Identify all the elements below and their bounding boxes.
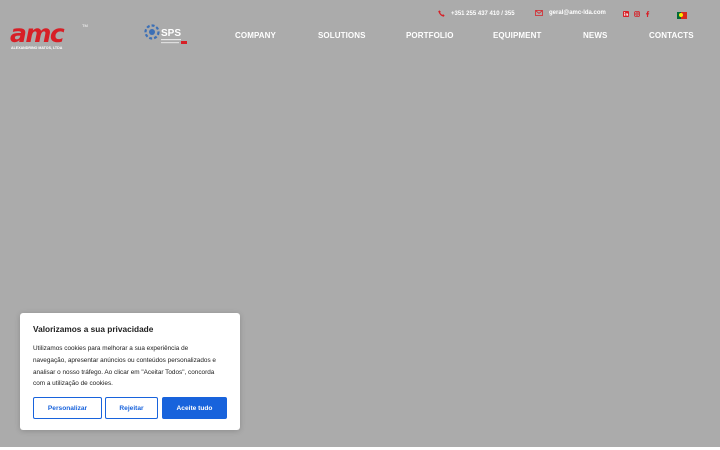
portugal-flag-icon[interactable]	[677, 12, 687, 19]
cookie-title: Valorizamos a sua privacidade	[33, 324, 154, 334]
facebook-icon[interactable]	[645, 11, 650, 17]
nav-news[interactable]: NEWS	[583, 31, 607, 40]
svg-text:ALEXANDRINO MATOS, LTDA: ALEXANDRINO MATOS, LTDA	[11, 46, 63, 50]
cookie-consent-dialog: Valorizamos a sua privacidade Utilizamos…	[20, 313, 240, 430]
nav-equipment[interactable]: EQUIPMENT	[493, 31, 541, 40]
nav-contacts[interactable]: CONTACTS	[649, 31, 694, 40]
main-navigation: COMPANY SOLUTIONS PORTFOLIO EQUIPMENT NE…	[0, 31, 720, 41]
cookie-description: Utilizamos cookies para melhorar a sua e…	[33, 345, 216, 388]
envelope-icon	[535, 10, 543, 16]
phone-number[interactable]: +351 255 437 410 / 355	[451, 11, 515, 17]
nav-company[interactable]: COMPANY	[235, 31, 276, 40]
linkedin-icon[interactable]	[623, 11, 629, 17]
svg-text:TM: TM	[82, 23, 88, 28]
instagram-icon[interactable]	[634, 11, 640, 17]
social-links	[623, 11, 650, 17]
top-contact-bar: +351 255 437 410 / 355 geral@amc-lda.com	[0, 10, 720, 22]
phone-icon	[438, 10, 445, 17]
nav-portfolio[interactable]: PORTFOLIO	[406, 31, 454, 40]
email-address[interactable]: geral@amc-lda.com	[549, 10, 606, 16]
phone-contact[interactable]: +351 255 437 410 / 355	[438, 10, 515, 17]
accept-all-button[interactable]: Aceite tudo	[162, 397, 227, 419]
nav-solutions[interactable]: SOLUTIONS	[318, 31, 366, 40]
customize-button[interactable]: Personalizar	[33, 397, 102, 419]
reject-button[interactable]: Rejeitar	[105, 397, 158, 419]
email-contact[interactable]: geral@amc-lda.com	[535, 10, 606, 16]
